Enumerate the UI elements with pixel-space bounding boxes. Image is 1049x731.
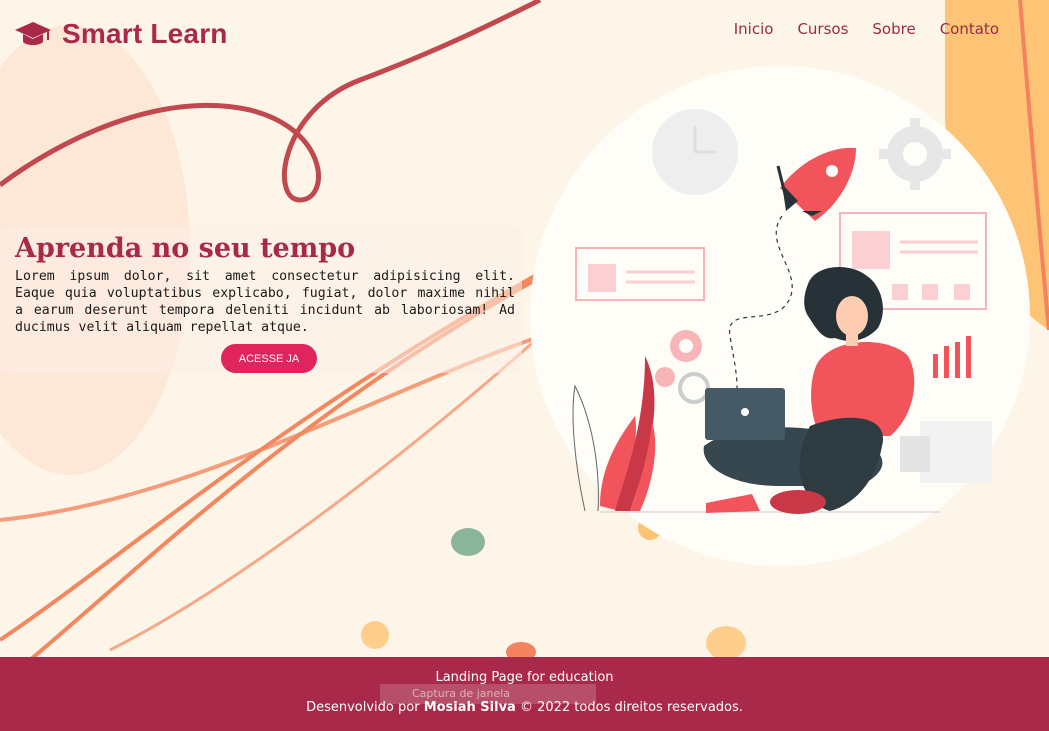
footer-credits: Desenvolvido por Mosiah Silva © 2022 tod… (0, 700, 1049, 715)
footer-tagline: Landing Page for education (435, 670, 614, 685)
footer-credits-suffix: © 2022 todos direitos reservados. (515, 700, 743, 715)
site-footer: Landing Page for education Captura de ja… (0, 657, 1049, 731)
brand-name: Smart Learn (62, 18, 228, 49)
site-header: Smart Learn Inicio Cursos Sobre Contato (0, 0, 1049, 66)
nav-item-inicio[interactable]: Inicio (734, 20, 774, 38)
footer-author: Mosiah Silva (423, 700, 516, 715)
brand-logo[interactable]: Smart Learn (14, 14, 228, 54)
hero-illustration (530, 66, 1030, 566)
hero-text: Lorem ipsum dolor, sit amet consectetur … (15, 269, 515, 335)
hero-section: Aprenda no seu tempo Lorem ipsum dolor, … (0, 226, 522, 373)
access-button[interactable]: ACESSE JA (221, 344, 317, 373)
main-nav: Inicio Cursos Sobre Contato (734, 20, 999, 38)
graduation-cap-icon (15, 22, 51, 45)
hero-title: Aprenda no seu tempo (15, 233, 356, 264)
footer-credits-prefix: Desenvolvido por (306, 700, 424, 715)
clock-icon (652, 109, 738, 195)
nav-item-sobre[interactable]: Sobre (872, 20, 915, 38)
nav-item-contato[interactable]: Contato (940, 20, 999, 38)
nav-item-cursos[interactable]: Cursos (797, 20, 848, 38)
